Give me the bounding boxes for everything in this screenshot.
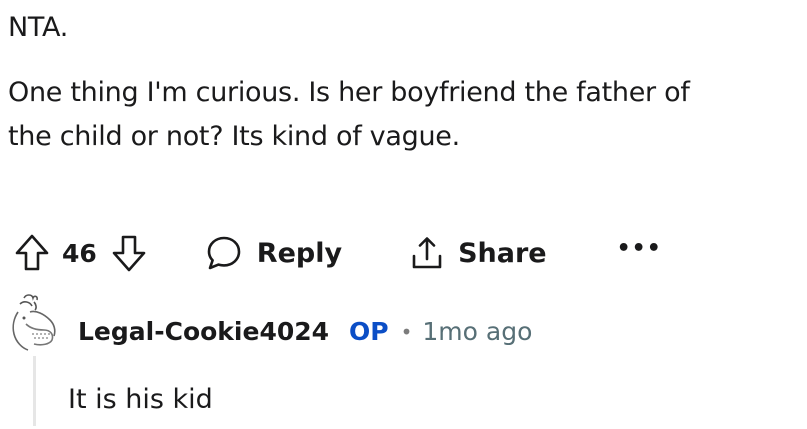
username-link[interactable]: Legal-Cookie4024 <box>78 317 329 346</box>
speech-bubble-icon <box>205 234 243 272</box>
upvote-icon[interactable] <box>14 233 50 273</box>
reply-comment: Legal-Cookie4024 OP • 1mo ago It is his … <box>0 284 807 429</box>
timestamp[interactable]: 1mo ago <box>422 317 532 346</box>
share-icon <box>408 234 446 272</box>
comment-action-bar: 46 Reply Share ••• <box>14 230 662 276</box>
more-options-button[interactable]: ••• <box>617 236 662 271</box>
ellipsis-icon: ••• <box>616 235 662 261</box>
comment-body: NTA. One thing I'm curious. Is her boyfr… <box>8 12 805 164</box>
reply-label: Reply <box>256 237 343 269</box>
share-label: Share <box>458 237 547 269</box>
vote-group: 46 <box>14 233 147 273</box>
share-button[interactable]: Share <box>408 234 547 272</box>
reply-text: It is his kid <box>68 384 213 415</box>
thread-line[interactable] <box>33 356 36 426</box>
reply-button[interactable]: Reply <box>205 234 342 272</box>
vote-count: 46 <box>62 238 97 268</box>
comment-text-line: NTA. <box>8 12 68 43</box>
reply-meta: Legal-Cookie4024 OP • 1mo ago <box>78 317 532 346</box>
avatar[interactable] <box>6 290 62 358</box>
op-badge: OP <box>349 317 389 346</box>
downvote-icon[interactable] <box>111 233 147 273</box>
meta-separator: • <box>400 319 413 344</box>
